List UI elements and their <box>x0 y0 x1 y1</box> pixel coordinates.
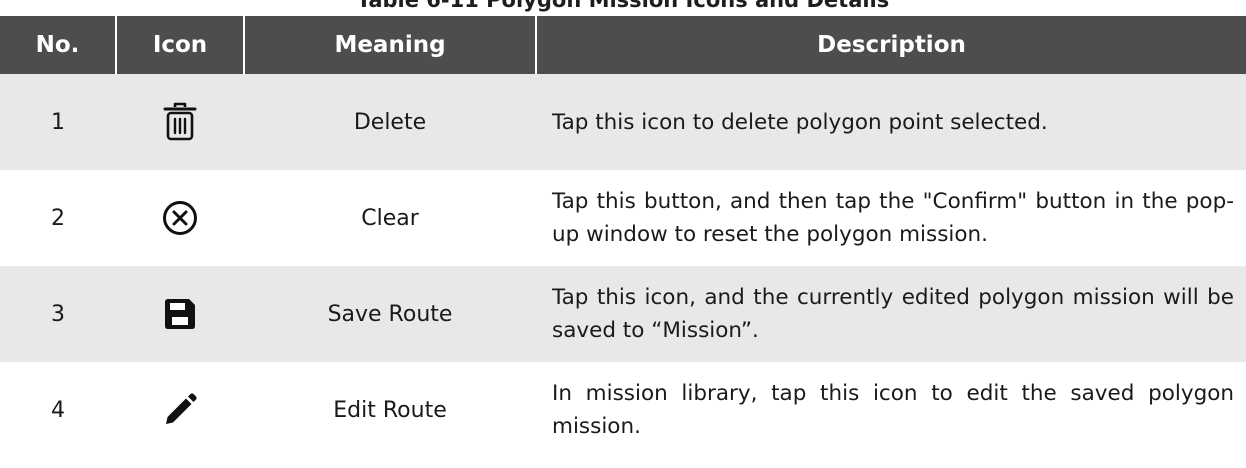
polygon-mission-icons-table: No. Icon Meaning Description 1 Delete Ta… <box>0 16 1246 458</box>
header-description: Description <box>535 16 1246 74</box>
pencil-icon <box>162 392 198 428</box>
table-row: 3 Save Route Tap this icon, and the curr… <box>0 266 1246 362</box>
table-row: 1 Delete Tap this icon to delete polygon… <box>0 74 1246 170</box>
header-meaning: Meaning <box>243 16 536 74</box>
row-description: Tap this button, and then tap the "Confi… <box>552 189 1234 247</box>
trash-icon <box>163 102 197 142</box>
row-number: 1 <box>0 74 116 170</box>
table-row: 4 Edit Route In mission library, tap thi… <box>0 362 1246 458</box>
clear-circle-x-icon <box>162 200 198 236</box>
table-row: 2 Clear Tap this button, and then tap th… <box>0 170 1246 266</box>
save-floppy-icon <box>162 296 198 332</box>
table-caption: Table 6-11 Polygon Mission Icons and Det… <box>356 0 890 12</box>
row-meaning: Save Route <box>244 266 536 362</box>
table-header-row: No. Icon Meaning Description <box>0 16 1246 74</box>
row-meaning: Edit Route <box>333 397 447 423</box>
row-description: In mission library, tap this icon to edi… <box>552 381 1234 439</box>
row-meaning: Delete <box>244 74 536 170</box>
row-number: 3 <box>0 266 116 362</box>
row-meaning: Clear <box>361 205 419 231</box>
row-description: Tap this icon to delete polygon point se… <box>536 74 1246 170</box>
row-number: 2 <box>51 205 65 231</box>
row-description: Tap this icon, and the currently edited … <box>536 266 1246 362</box>
row-number: 4 <box>51 397 65 423</box>
header-no: No. <box>0 16 116 74</box>
header-icon: Icon <box>115 16 244 74</box>
